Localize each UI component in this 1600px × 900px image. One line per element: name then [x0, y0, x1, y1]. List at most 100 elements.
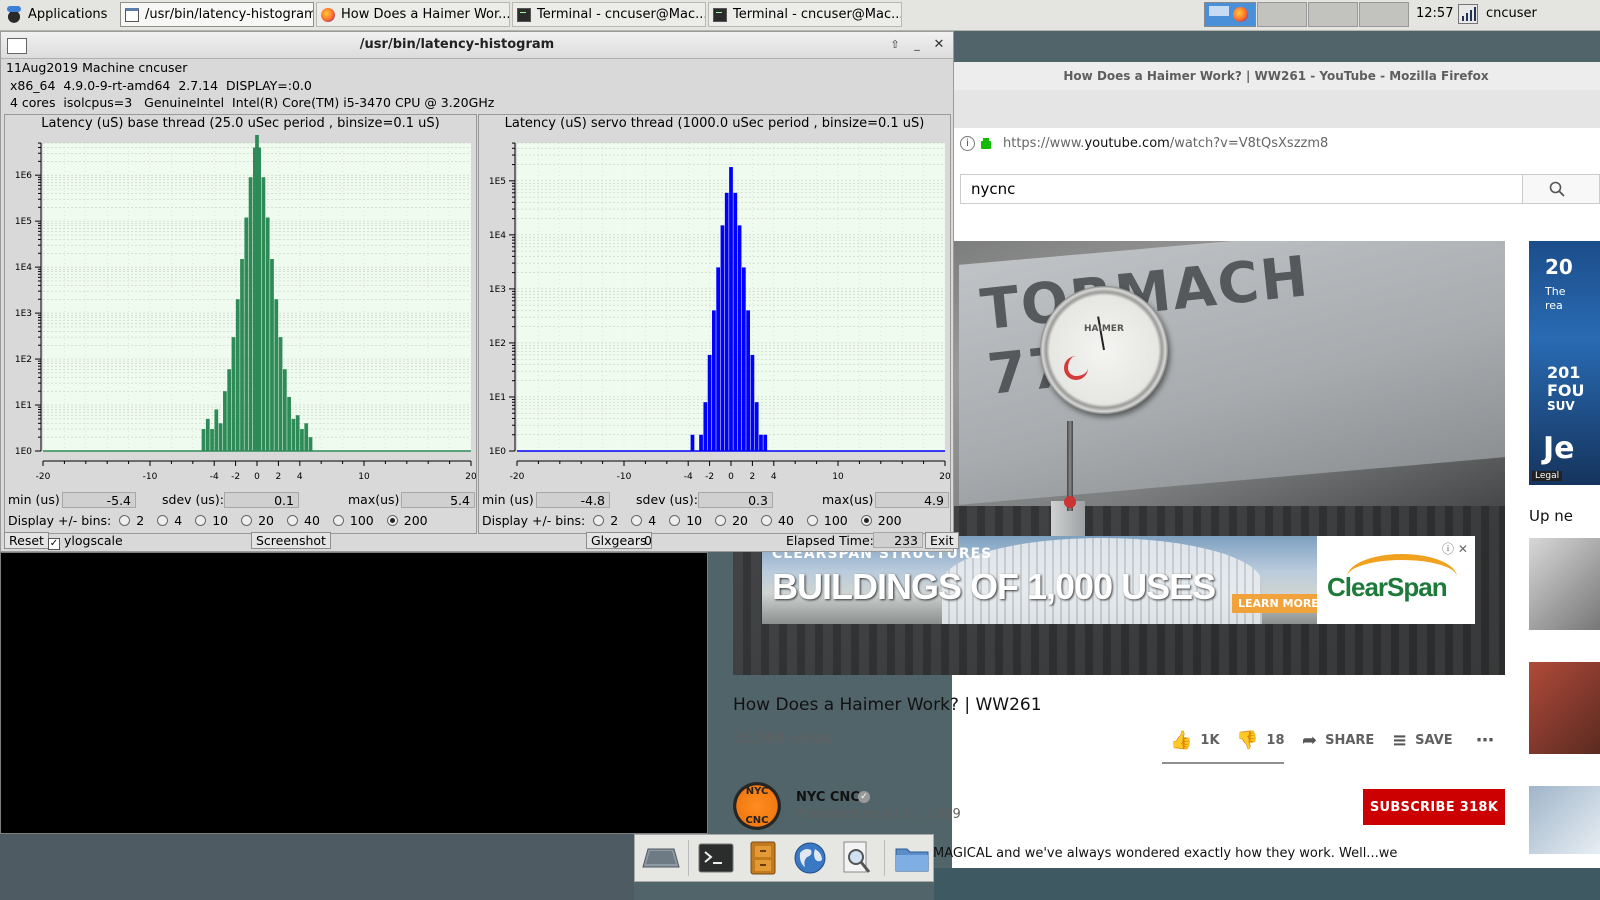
- task-label: How Does a Haimer Wor...: [341, 7, 510, 22]
- task-terminal-2[interactable]: Terminal - cncuser@Mac...: [708, 2, 902, 27]
- histogram-bar: [218, 423, 223, 451]
- top-panel: Applications /usr/bin/latency-histogram …: [0, 0, 1600, 31]
- histogram-bar: [282, 369, 287, 451]
- y-tick-label: 1E1: [15, 401, 32, 411]
- bins-option-4[interactable]: 4: [157, 513, 182, 528]
- info-icon[interactable]: i: [960, 135, 975, 151]
- workspace-3[interactable]: [1308, 2, 1358, 27]
- bins-option-20[interactable]: 20: [241, 513, 274, 528]
- minimize-icon[interactable]: _: [909, 37, 925, 53]
- x-tick-label: -10: [143, 472, 158, 482]
- histogram-bar: [227, 369, 232, 451]
- bins-option-2[interactable]: 2: [119, 513, 144, 528]
- histogram-bar: [295, 415, 300, 451]
- task-latency-histogram[interactable]: /usr/bin/latency-histogram: [120, 2, 314, 27]
- x-tick-label: 20: [939, 472, 950, 482]
- user-menu[interactable]: cncuser: [1486, 6, 1537, 21]
- dock-separator: [688, 840, 689, 876]
- ylogscale-checkbox[interactable]: ✓ ylogscale: [48, 533, 123, 550]
- exit-button[interactable]: Exit: [925, 532, 959, 549]
- applications-menu[interactable]: Applications: [4, 2, 116, 27]
- up-next-heading: Up ne: [1529, 507, 1574, 525]
- workspace-2[interactable]: [1257, 2, 1307, 27]
- base-sdev-value: 0.1: [224, 492, 299, 508]
- like-button[interactable]: 👍 1K: [1170, 730, 1220, 751]
- y-tick-label: 1E4: [489, 231, 506, 241]
- channel-name[interactable]: NYC CNC: [796, 790, 860, 805]
- more-actions-button[interactable]: ⋯: [1476, 730, 1502, 751]
- ad-big-text: BUILDINGS OF 1,000 USES: [772, 566, 1216, 607]
- dock-separator: [884, 840, 885, 876]
- shade-icon[interactable]: ⇧: [887, 37, 903, 53]
- bins-option-10[interactable]: 10: [669, 513, 702, 528]
- histogram-bar: [750, 354, 755, 451]
- bins-option-10[interactable]: 10: [195, 513, 228, 528]
- lock-icon: [981, 141, 991, 149]
- youtube-search-input[interactable]: nycnc: [960, 174, 1523, 204]
- servo-sdev-value: 0.3: [698, 492, 773, 508]
- firefox-icon: [321, 7, 335, 22]
- bins-option-100[interactable]: 100: [806, 513, 848, 528]
- file-cabinet-icon[interactable]: [743, 838, 783, 878]
- x-tick-label: -4: [210, 472, 219, 482]
- gauge-label: HAIMER: [1084, 324, 1124, 334]
- radio-selected-icon: [860, 515, 872, 526]
- side-ad-text1: The: [1545, 285, 1566, 298]
- bins-option-40[interactable]: 40: [287, 513, 320, 528]
- sidebar-ad[interactable]: 20 The rea 201 FOU SUV Je Legal: [1529, 241, 1600, 485]
- terminal-launcher-icon[interactable]: [696, 838, 736, 878]
- app-finder-icon[interactable]: [837, 838, 877, 878]
- task-firefox[interactable]: How Does a Haimer Wor...: [316, 2, 510, 27]
- info-line-kernel: x86_64 4.9.0-9-rt-amd64 2.7.14 DISPLAY=:…: [6, 78, 312, 93]
- share-button[interactable]: ➦ SHARE: [1302, 730, 1374, 751]
- subscribe-button[interactable]: SUBSCRIBE 318K: [1363, 789, 1505, 825]
- web-browser-icon[interactable]: [790, 838, 830, 878]
- x-tick-label: 10: [832, 472, 844, 482]
- side-ad-text2: rea: [1545, 299, 1563, 312]
- bins-option-20[interactable]: 20: [715, 513, 748, 528]
- histogram-bar: [270, 259, 274, 451]
- channel-avatar[interactable]: NYC CNC: [733, 782, 781, 830]
- folder-icon[interactable]: [892, 838, 932, 878]
- bottom-dock: [634, 834, 934, 882]
- bins-option-40[interactable]: 40: [761, 513, 794, 528]
- desktop-background: [0, 834, 634, 900]
- glxgears-button[interactable]: Glxgears: [586, 532, 652, 549]
- ad-close-icon[interactable]: ⓘ ✕: [1442, 540, 1468, 557]
- bins-option-100[interactable]: 100: [332, 513, 374, 528]
- servo-sdev-label: sdev (us):: [636, 492, 698, 507]
- bins-option-2[interactable]: 2: [593, 513, 618, 528]
- network-icon[interactable]: [1458, 4, 1478, 24]
- histogram-bar: [707, 354, 712, 451]
- radio-selected-icon: [386, 515, 398, 526]
- task-terminal-1[interactable]: Terminal - cncuser@Mac...: [512, 2, 706, 27]
- radio-icon: [715, 515, 727, 526]
- clock[interactable]: 12:57: [1416, 6, 1453, 21]
- recommended-thumbnail[interactable]: [1529, 538, 1600, 630]
- servo-max-label: max(us): [822, 492, 874, 507]
- show-desktop-icon[interactable]: [641, 838, 681, 878]
- save-button[interactable]: ≡ SAVE: [1392, 730, 1453, 751]
- terminal-window[interactable]: [0, 552, 708, 834]
- workspace-4[interactable]: [1359, 2, 1409, 27]
- window-titlebar[interactable]: /usr/bin/latency-histogram ⇧ _ ✕: [1, 32, 953, 59]
- workspace-1[interactable]: [1204, 2, 1256, 27]
- info-line-cpu: 4 cores isolcpus=3 GenuineIntel Intel(R)…: [6, 95, 495, 110]
- url-bar[interactable]: i https://www. youtube.com/watch?v=V8tQsX…: [952, 128, 1600, 159]
- firefox-titlebar[interactable]: How Does a Haimer Work? | WW261 - YouTub…: [952, 62, 1600, 90]
- firefox-tabstrip[interactable]: [952, 90, 1600, 129]
- close-icon[interactable]: ✕: [931, 37, 947, 53]
- recommended-thumbnail[interactable]: [1529, 786, 1600, 854]
- side-ad-year: 20: [1545, 255, 1573, 279]
- bins-option-200[interactable]: 200: [386, 513, 428, 528]
- bins-option-4[interactable]: 4: [631, 513, 656, 528]
- x-tick-label: 10: [358, 472, 370, 482]
- reset-button[interactable]: Reset: [4, 532, 49, 549]
- youtube-search-button[interactable]: [1523, 174, 1600, 204]
- dislike-button[interactable]: 👎 18: [1236, 730, 1285, 751]
- screenshot-button[interactable]: Screenshot: [251, 532, 331, 549]
- base-bins-selector: Display +/- bins: 2 4 10 20 40 100 200: [8, 513, 441, 528]
- recommended-thumbnail[interactable]: [1529, 662, 1600, 754]
- bins-option-200[interactable]: 200: [860, 513, 902, 528]
- ad-learn-more-button[interactable]: LEARN MORE: [1232, 594, 1325, 613]
